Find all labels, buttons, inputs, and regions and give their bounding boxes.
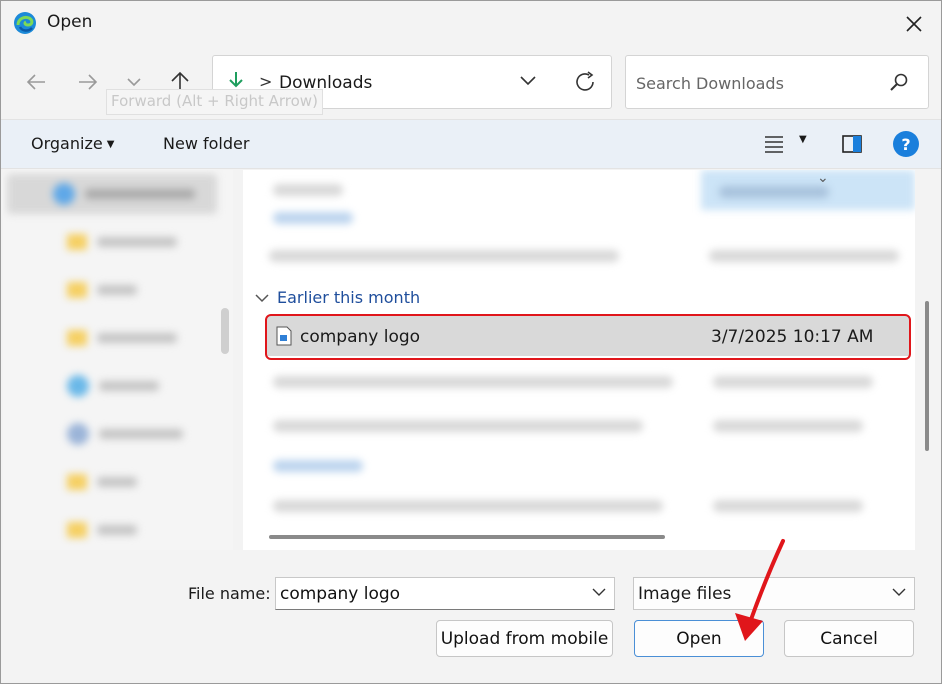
file-list-horizontal-scrollbar[interactable] [269,535,665,539]
refresh-icon[interactable] [573,70,597,94]
file-name-label: File name: [188,584,271,603]
file-list: ⌄ Earlier this month company logo 3/7/20… [243,170,915,550]
help-button[interactable]: ? [893,131,919,157]
nav-item[interactable] [67,518,137,542]
close-icon [906,16,922,32]
upload-from-mobile-button[interactable]: Upload from mobile [436,620,613,657]
back-button[interactable] [21,67,51,97]
window-title: Open [47,12,93,32]
search-box[interactable] [625,55,929,109]
view-options-caret-icon[interactable]: ▼ [799,134,807,145]
search-input[interactable] [636,71,876,95]
group-header-label: Earlier this month [277,288,421,307]
new-folder-button[interactable]: New folder [163,134,249,153]
forward-tooltip: Forward (Alt + Right Arrow) [106,89,323,115]
nav-item[interactable] [67,278,137,302]
chevron-down-icon [255,293,269,302]
nav-item[interactable] [67,422,183,446]
file-type-value: Image files [638,584,732,604]
navigation-pane-scrollbar[interactable] [221,308,229,354]
open-file-dialog: Open > Downloads Search Downloads Forwar… [0,0,942,684]
chevron-down-icon[interactable] [592,587,606,597]
chevron-down-icon [127,78,141,87]
annotation-arrow-icon [735,539,785,641]
command-bar: Organize ▼ New folder ▼ ? [1,119,941,169]
nav-item[interactable] [53,182,195,206]
navigation-pane [3,170,233,550]
preview-pane-icon[interactable] [841,133,863,155]
caret-down-icon: ▼ [106,139,115,150]
file-name-combobox[interactable] [275,577,615,610]
title-bar: Open [1,1,941,45]
arrow-left-icon [26,74,45,90]
close-button[interactable] [899,9,929,39]
organize-button[interactable]: Organize ▼ [31,134,114,153]
arrow-right-icon [79,74,98,90]
edge-browser-icon [14,12,36,34]
chevron-down-icon[interactable]: ⌄ [817,170,829,186]
nav-item[interactable] [67,470,137,494]
forward-button[interactable] [73,67,103,97]
chevron-down-icon[interactable] [519,73,537,87]
search-icon[interactable] [888,72,910,94]
nav-item[interactable] [67,326,177,350]
cancel-button[interactable]: Cancel [784,620,914,657]
nav-item[interactable] [67,230,177,254]
view-list-icon[interactable] [763,134,785,154]
annotation-highlight-box [265,314,911,360]
file-name-field[interactable] [280,584,580,604]
file-list-vertical-scrollbar[interactable] [925,301,929,451]
group-header-earlier-this-month[interactable]: Earlier this month [255,288,420,307]
nav-item[interactable] [67,374,159,398]
chevron-down-icon [892,588,906,596]
organize-label: Organize [31,134,103,153]
